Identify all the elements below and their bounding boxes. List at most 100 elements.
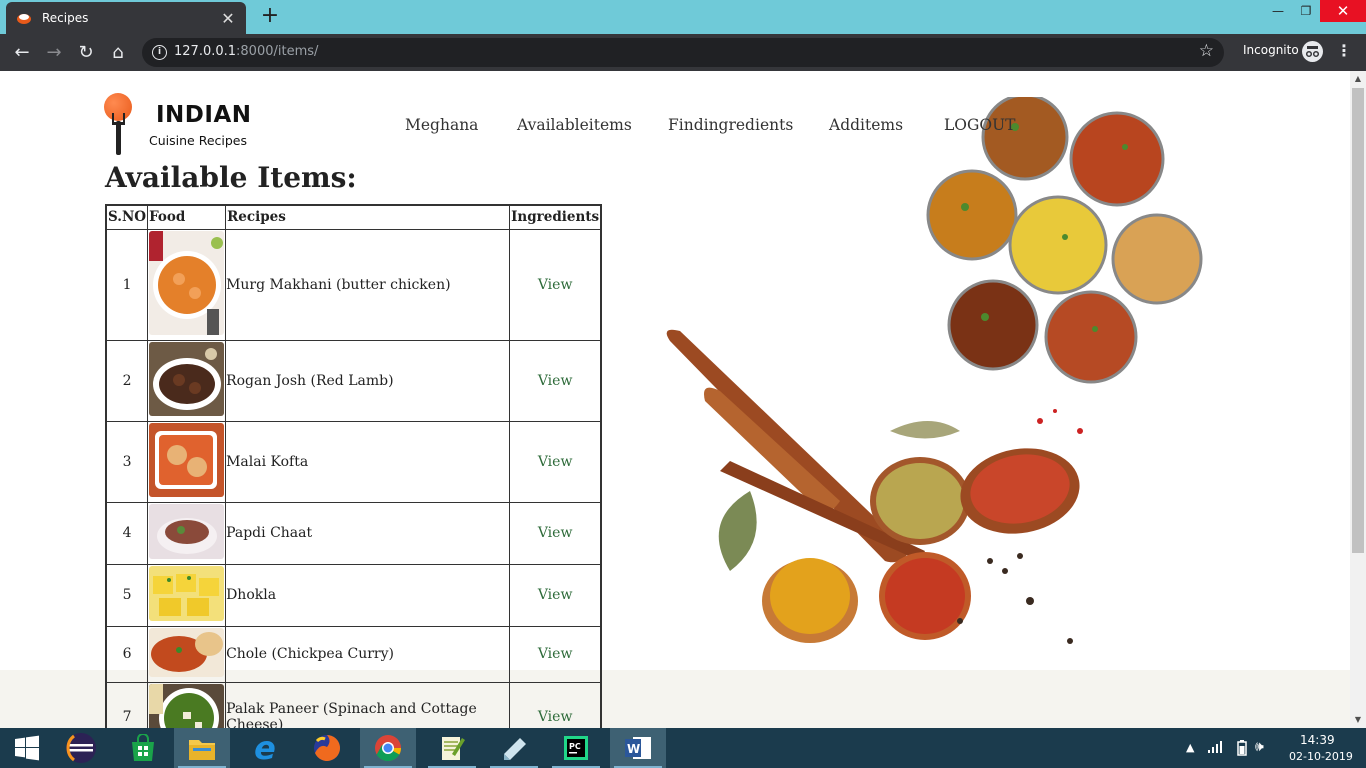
nav-link-logout[interactable]: LOGOUT (944, 116, 1016, 138)
food-image-cell (147, 625, 227, 683)
recipe-favicon-icon (16, 10, 32, 26)
windows-taskbar: e PC W ▲ 🕪 14:39 02-10-2019 (0, 728, 1366, 768)
available-items-table: S.NO Food Recipes Ingredients 1 Murg Mak… (105, 204, 603, 728)
recipe-name: Dhokla (225, 563, 511, 627)
volume-icon[interactable]: 🕪 (1255, 739, 1264, 768)
dhokla-image (149, 565, 225, 621)
logo-title: INDIAN (156, 102, 252, 128)
pycharm-icon[interactable]: PC (548, 728, 604, 768)
clock-time[interactable]: 14:39 (1300, 733, 1335, 747)
clock-date[interactable]: 02-10-2019 (1289, 750, 1353, 763)
recipe-name: Malai Kofta (225, 420, 511, 503)
tab-strip: Recipes ✕ + — ❐ ✕ (0, 0, 1366, 34)
view-ingredients-link[interactable]: View (538, 587, 573, 603)
tab-title: Recipes (42, 11, 89, 25)
chole-image (149, 627, 225, 677)
food-image-cell (147, 563, 227, 627)
scroll-up-arrow-icon[interactable]: ▲ (1350, 71, 1366, 87)
table-row: 3 Malai Kofta View (105, 420, 602, 503)
address-bar[interactable]: i 127.0.0.1:8000/items/ ☆ (142, 38, 1224, 67)
food-image-cell (147, 681, 227, 728)
browser-tab[interactable]: Recipes ✕ (6, 2, 246, 34)
column-header-sno: S.NO (105, 204, 149, 230)
nav-link-availableitems[interactable]: Availableitems (517, 116, 632, 138)
internet-explorer-icon[interactable]: e (238, 728, 292, 768)
recipe-name: Murg Makhani (butter chicken) (225, 228, 511, 341)
restore-button[interactable]: ❐ (1292, 0, 1320, 22)
table-header-row: S.NO Food Recipes Ingredients (105, 204, 602, 230)
network-icon[interactable] (1207, 741, 1223, 768)
nav-link-meghana[interactable]: Meghana (405, 116, 478, 138)
notepad-plus-icon[interactable] (424, 728, 480, 768)
scroll-down-arrow-icon[interactable]: ▼ (1350, 712, 1366, 728)
table-row: 6 Chole (Chickpea Curry) View (105, 625, 602, 683)
view-ingredients-link[interactable]: View (538, 646, 573, 662)
recipe-name: Papdi Chaat (225, 501, 511, 565)
row-number: 3 (105, 420, 149, 503)
scroll-thumb[interactable] (1352, 88, 1364, 553)
papdi-chaat-image (149, 503, 225, 559)
site-info-icon[interactable]: i (152, 45, 167, 60)
view-ingredients-link[interactable]: View (538, 525, 573, 541)
file-explorer-icon[interactable] (174, 728, 230, 768)
svg-text:W: W (627, 742, 640, 756)
table-row: 4 Papdi Chaat View (105, 501, 602, 565)
close-window-button[interactable]: ✕ (1320, 0, 1366, 22)
spice-spoons-image (666, 329, 1083, 644)
table-row: 2 Rogan Josh (Red Lamb) View (105, 339, 602, 422)
food-image-cell (147, 501, 227, 565)
view-ingredients-link[interactable]: View (538, 709, 573, 725)
incognito-icon[interactable] (1302, 41, 1323, 62)
page-scrollbar[interactable]: ▲ ▼ (1350, 71, 1366, 728)
rogan-josh-image (149, 341, 225, 416)
notes-icon[interactable] (486, 728, 542, 768)
url-path: :8000/items/ (236, 44, 319, 59)
food-image-cell (147, 339, 227, 422)
back-arrow-icon[interactable]: ← (9, 40, 35, 66)
column-header-ingredients: Ingredients (509, 204, 602, 230)
chrome-icon[interactable] (360, 728, 416, 768)
column-header-recipes: Recipes (225, 204, 511, 230)
bookmark-star-icon[interactable]: ☆ (1199, 41, 1214, 61)
recipe-name: Chole (Chickpea Curry) (225, 625, 511, 683)
row-number: 2 (105, 339, 149, 422)
url-text[interactable]: 127.0.0.1:8000/items/ (174, 44, 318, 59)
malai-kofta-image (149, 422, 225, 497)
new-tab-button[interactable]: + (258, 4, 282, 28)
forward-arrow-icon[interactable]: → (41, 40, 67, 66)
butter-chicken-image (149, 230, 225, 335)
minimize-button[interactable]: — (1264, 0, 1292, 22)
show-hidden-icons-icon[interactable]: ▲ (1186, 741, 1194, 768)
home-icon[interactable]: ⌂ (105, 40, 131, 66)
eclipse-icon[interactable] (54, 728, 108, 768)
logo-handle (116, 121, 121, 155)
table-row: 1 Murg Makhani (butter chicken) View (105, 228, 602, 341)
svg-text:PC: PC (569, 742, 581, 751)
row-number: 7 (105, 681, 149, 728)
start-icon[interactable] (0, 728, 54, 768)
view-ingredients-link[interactable]: View (538, 454, 573, 470)
reload-icon[interactable]: ↻ (73, 40, 99, 66)
firefox-icon[interactable] (300, 728, 354, 768)
nav-link-findingredients[interactable]: Findingredients (668, 116, 793, 138)
row-number: 1 (105, 228, 149, 341)
store-icon[interactable] (116, 728, 170, 768)
incognito-label: Incognito (1243, 43, 1299, 57)
site-logo[interactable]: INDIAN Cuisine Recipes (104, 93, 254, 157)
page-title: Available Items: (105, 161, 357, 194)
word-icon[interactable]: W (610, 728, 666, 768)
food-image-cell (147, 228, 227, 341)
recipe-name: Rogan Josh (Red Lamb) (225, 339, 511, 422)
nav-link-additems[interactable]: Additems (829, 116, 903, 138)
table-row: 5 Dhokla View (105, 563, 602, 627)
row-number: 4 (105, 501, 149, 565)
recipe-name: Palak Paneer (Spinach and Cottage Cheese… (225, 681, 511, 728)
tab-close-icon[interactable]: ✕ (220, 9, 236, 28)
battery-icon[interactable] (1237, 740, 1247, 768)
table-row: 7 Palak Paneer (Spinach and Cottage Chee… (105, 681, 602, 728)
row-number: 5 (105, 563, 149, 627)
view-ingredients-link[interactable]: View (538, 277, 573, 293)
view-ingredients-link[interactable]: View (538, 373, 573, 389)
browser-menu-icon[interactable]: ⋮ (1336, 41, 1352, 60)
column-header-food: Food (147, 204, 227, 230)
